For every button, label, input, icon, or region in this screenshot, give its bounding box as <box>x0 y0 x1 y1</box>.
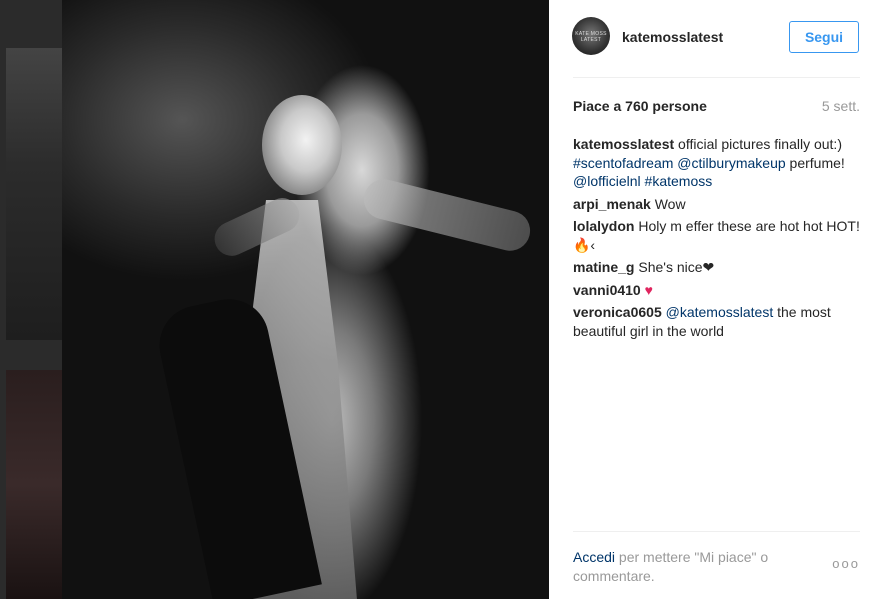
login-link[interactable]: Accedi <box>573 549 615 565</box>
comment-author[interactable]: katemosslatest <box>573 136 674 152</box>
comment-author[interactable]: arpi_menak <box>573 196 651 212</box>
comment-author[interactable]: veronica0605 <box>573 304 662 320</box>
list-item: veronica0605 @katemosslatest the most be… <box>573 303 865 340</box>
mention-link[interactable]: @ctilburymakeup <box>677 155 785 171</box>
comment-author[interactable]: matine_g <box>573 259 634 275</box>
background-thumbnail <box>6 370 62 599</box>
comment-text: Wow <box>650 195 686 212</box>
more-options-icon[interactable]: ooo <box>832 556 860 571</box>
caption-text: official pictures finally out:) <box>674 136 842 152</box>
login-prompt: Accedi per mettere "Mi piace" o commenta… <box>573 548 823 586</box>
avatar[interactable]: KATE MOSS LATEST <box>572 17 610 55</box>
photo-figure-arm <box>359 175 535 255</box>
heart-icon: ♥ <box>644 281 653 298</box>
avatar-text: KATE MOSS LATEST <box>575 31 607 43</box>
likes-count[interactable]: Piace a 760 persone <box>573 98 707 114</box>
photo-figure-head <box>262 95 342 195</box>
header-divider <box>573 77 860 78</box>
caption: katemosslatest official pictures finally… <box>573 135 865 191</box>
background-thumbnail <box>6 48 62 340</box>
post-side-panel: KATE MOSS LATEST katemosslatest Segui Pi… <box>549 0 884 599</box>
caption-text: perfume! <box>785 154 845 171</box>
post-header: KATE MOSS LATEST katemosslatest Segui <box>549 0 884 77</box>
comment-author[interactable]: lolalydon <box>573 218 634 234</box>
hashtag-link[interactable]: #scentofadream <box>573 155 673 171</box>
comment-text: She's nice❤ <box>634 259 715 275</box>
footer-divider <box>573 531 860 532</box>
hashtag-link[interactable]: #katemoss <box>645 173 713 189</box>
mention-link[interactable]: @lofficielnl <box>573 173 641 189</box>
list-item: vanni0410 ♥ <box>573 281 865 300</box>
list-item: arpi_menak Wow <box>573 195 865 214</box>
post-photo[interactable] <box>62 0 549 599</box>
post-age[interactable]: 5 sett. <box>822 98 860 114</box>
follow-button[interactable]: Segui <box>789 21 859 53</box>
username-link[interactable]: katemosslatest <box>622 29 723 45</box>
mention-link[interactable]: @katemosslatest <box>666 304 774 320</box>
list-item: lolalydon Holy m effer these are hot hot… <box>573 217 865 254</box>
comments-list: katemosslatest official pictures finally… <box>573 135 865 344</box>
comment-author[interactable]: vanni0410 <box>573 282 641 298</box>
list-item: matine_g She's nice❤ <box>573 258 865 277</box>
background-feed <box>0 0 62 599</box>
